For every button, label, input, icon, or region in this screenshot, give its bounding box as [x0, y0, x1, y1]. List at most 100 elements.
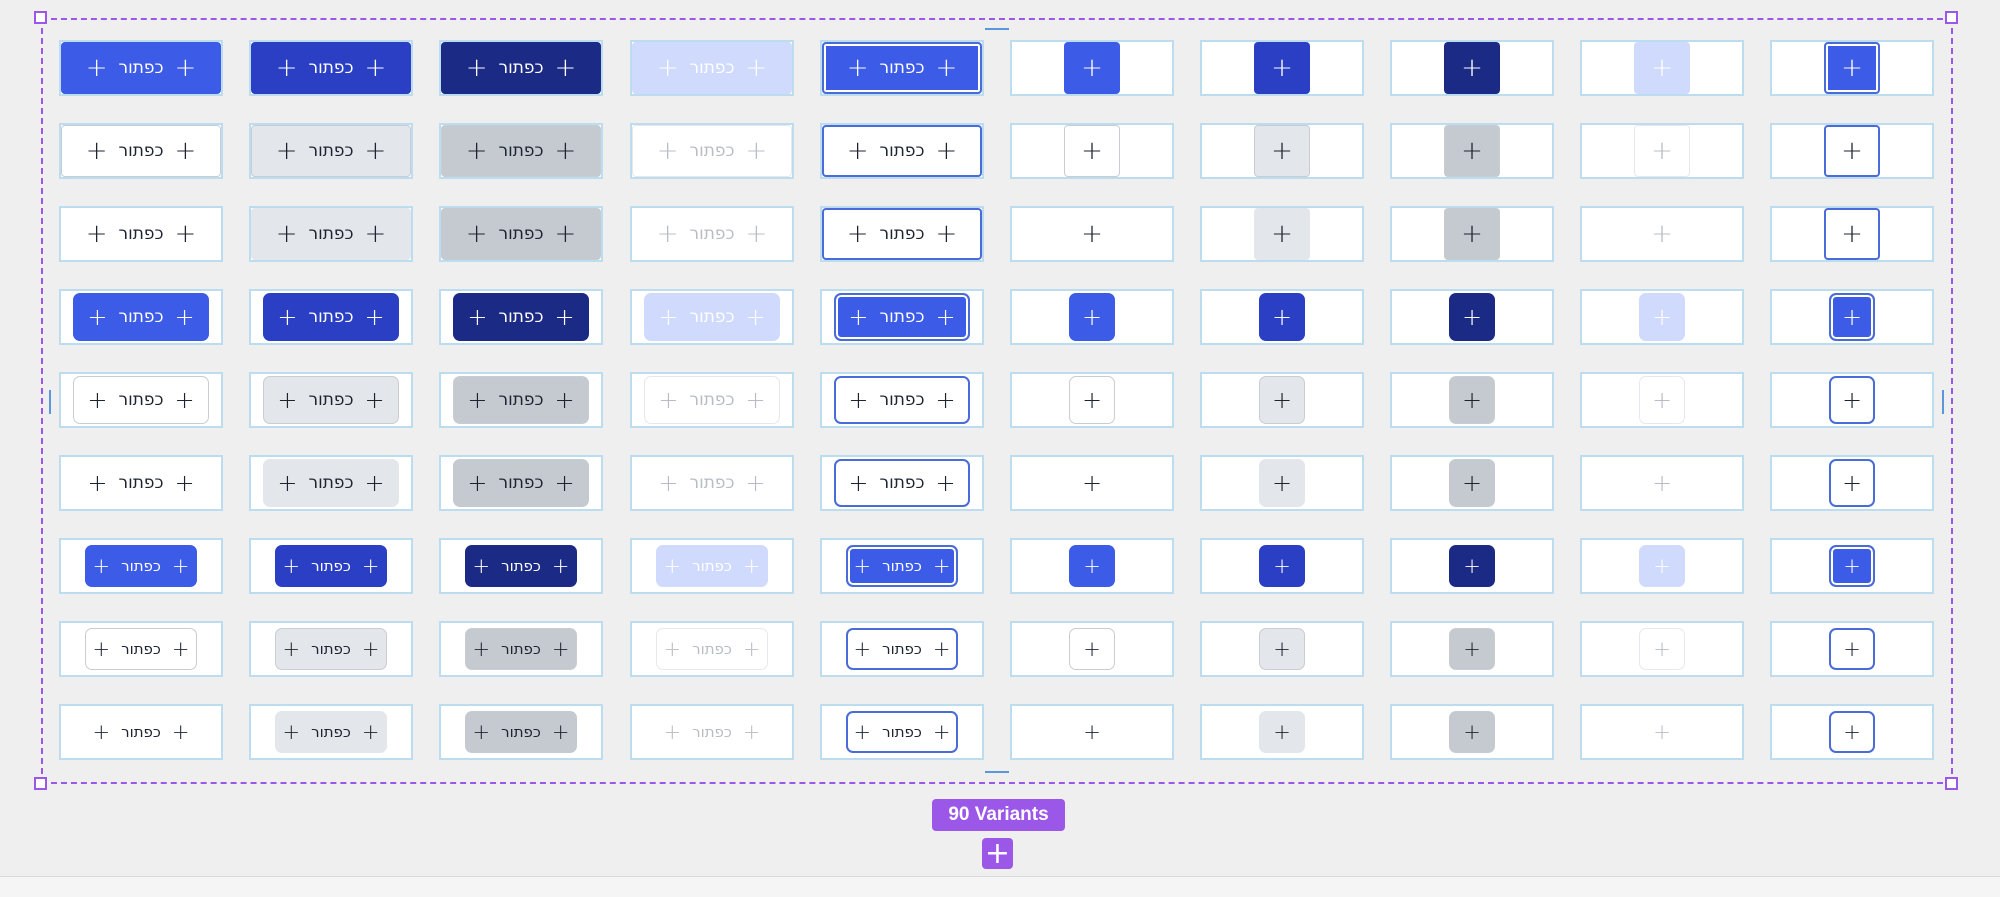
ghost-button-large-pressed[interactable]: + כפתור +: [441, 208, 601, 260]
primary-button-small-focus-icon-only[interactable]: +: [1829, 545, 1875, 587]
ghost-button-small-pressed[interactable]: + כפתור +: [465, 711, 577, 753]
variant-cell[interactable]: +: [1580, 538, 1744, 594]
variant-cell[interactable]: + כפתור +: [820, 538, 984, 594]
primary-button-medium-disabled-icon-only[interactable]: +: [1639, 293, 1685, 341]
primary-button-large-focus[interactable]: + כפתור +: [822, 42, 982, 94]
secondary-button-large-pressed[interactable]: + כפתור +: [441, 125, 601, 177]
resize-handle-bottom-right[interactable]: [1945, 777, 1958, 790]
variant-cell[interactable]: + כפתור +: [630, 455, 794, 511]
variant-cell[interactable]: +: [1390, 123, 1554, 179]
secondary-button-small-hover-icon-only[interactable]: +: [1259, 628, 1305, 670]
ghost-button-large-hover-icon-only[interactable]: +: [1254, 208, 1310, 260]
secondary-button-large-focus-icon-only[interactable]: +: [1824, 125, 1880, 177]
variant-cell[interactable]: + כפתור +: [249, 289, 413, 345]
secondary-button-small-default-icon-only[interactable]: +: [1069, 628, 1115, 670]
secondary-button-small-focus[interactable]: + כפתור +: [846, 628, 958, 670]
variant-cell[interactable]: +: [1580, 372, 1744, 428]
variant-cell[interactable]: +: [1390, 538, 1554, 594]
secondary-button-medium-disabled-icon-only[interactable]: +: [1639, 376, 1685, 424]
variant-cell[interactable]: +: [1010, 372, 1174, 428]
variant-cell[interactable]: + כפתור +: [439, 123, 603, 179]
variant-cell[interactable]: + כפתור +: [59, 538, 223, 594]
primary-button-large-hover-icon-only[interactable]: +: [1254, 42, 1310, 94]
primary-button-small-hover[interactable]: + כפתור +: [275, 545, 387, 587]
variant-cell[interactable]: +: [1580, 455, 1744, 511]
secondary-button-large-pressed-icon-only[interactable]: +: [1444, 125, 1500, 177]
variant-cell[interactable]: + כפתור +: [630, 538, 794, 594]
variant-cell[interactable]: + כפתור +: [820, 704, 984, 760]
variant-cell[interactable]: + כפתור +: [820, 621, 984, 677]
variant-cell[interactable]: +: [1580, 621, 1744, 677]
variant-cell[interactable]: +: [1200, 455, 1364, 511]
secondary-button-medium-focus-icon-only[interactable]: +: [1829, 376, 1875, 424]
ghost-button-medium-default[interactable]: + כפתור +: [73, 459, 209, 507]
ghost-button-small-pressed-icon-only[interactable]: +: [1449, 711, 1495, 753]
variant-cell[interactable]: +: [1200, 40, 1364, 96]
variant-cell[interactable]: +: [1200, 538, 1364, 594]
variant-cell[interactable]: + כפתור +: [630, 40, 794, 96]
variant-cell[interactable]: + כפתור +: [630, 704, 794, 760]
primary-button-medium-pressed-icon-only[interactable]: +: [1449, 293, 1495, 341]
variant-cell[interactable]: +: [1390, 704, 1554, 760]
variant-cell[interactable]: + כפתור +: [249, 123, 413, 179]
variant-cell[interactable]: +: [1200, 704, 1364, 760]
secondary-button-medium-default[interactable]: + כפתור +: [73, 376, 209, 424]
primary-button-medium-default[interactable]: + כפתור +: [73, 293, 209, 341]
ghost-button-large-disabled[interactable]: + כפתור +: [632, 208, 792, 260]
ghost-button-large-pressed-icon-only[interactable]: +: [1444, 208, 1500, 260]
ghost-button-medium-disabled-icon-only[interactable]: +: [1639, 459, 1685, 507]
variant-cell[interactable]: +: [1010, 455, 1174, 511]
variant-cell[interactable]: + כפתור +: [820, 289, 984, 345]
variant-cell[interactable]: + כפתור +: [249, 621, 413, 677]
variant-cell[interactable]: + כפתור +: [820, 206, 984, 262]
variant-cell[interactable]: + כפתור +: [439, 621, 603, 677]
variant-cell[interactable]: + כפתור +: [630, 123, 794, 179]
variant-cell[interactable]: +: [1010, 289, 1174, 345]
variant-cell[interactable]: +: [1770, 455, 1934, 511]
secondary-button-medium-default-icon-only[interactable]: +: [1069, 376, 1115, 424]
variant-cell[interactable]: + כפתור +: [439, 206, 603, 262]
ghost-button-medium-default-icon-only[interactable]: +: [1069, 459, 1115, 507]
ghost-button-large-default[interactable]: + כפתור +: [61, 208, 221, 260]
ghost-button-medium-hover-icon-only[interactable]: +: [1259, 459, 1305, 507]
variant-cell[interactable]: +: [1010, 206, 1174, 262]
ghost-button-small-hover[interactable]: + כפתור +: [275, 711, 387, 753]
variant-cell[interactable]: +: [1580, 40, 1744, 96]
variant-cell[interactable]: +: [1580, 123, 1744, 179]
variant-cell[interactable]: +: [1770, 621, 1934, 677]
primary-button-small-default-icon-only[interactable]: +: [1069, 545, 1115, 587]
primary-button-large-default-icon-only[interactable]: +: [1064, 42, 1120, 94]
primary-button-small-disabled-icon-only[interactable]: +: [1639, 545, 1685, 587]
variant-cell[interactable]: + כפתור +: [820, 455, 984, 511]
ghost-button-small-disabled-icon-only[interactable]: +: [1639, 711, 1685, 753]
primary-button-medium-default-icon-only[interactable]: +: [1069, 293, 1115, 341]
variant-cell[interactable]: +: [1010, 621, 1174, 677]
secondary-button-medium-pressed-icon-only[interactable]: +: [1449, 376, 1495, 424]
secondary-button-large-hover-icon-only[interactable]: +: [1254, 125, 1310, 177]
secondary-button-medium-hover[interactable]: + כפתור +: [263, 376, 399, 424]
primary-button-medium-hover-icon-only[interactable]: +: [1259, 293, 1305, 341]
variant-cell[interactable]: + כפתור +: [249, 206, 413, 262]
primary-button-large-disabled[interactable]: + כפתור +: [632, 42, 792, 94]
variants-count-badge[interactable]: 90 Variants: [932, 799, 1065, 831]
primary-button-small-pressed[interactable]: + כפתור +: [465, 545, 577, 587]
variant-cell[interactable]: +: [1200, 289, 1364, 345]
ghost-button-medium-focus[interactable]: + כפתור +: [834, 459, 970, 507]
variant-cell[interactable]: + כפתור +: [439, 455, 603, 511]
secondary-button-large-default[interactable]: + כפתור +: [61, 125, 221, 177]
variant-cell[interactable]: + כפתור +: [59, 704, 223, 760]
variant-cell[interactable]: +: [1200, 372, 1364, 428]
variant-cell[interactable]: + כפתור +: [439, 538, 603, 594]
variant-cell[interactable]: + כפתור +: [820, 40, 984, 96]
secondary-button-large-default-icon-only[interactable]: +: [1064, 125, 1120, 177]
ghost-button-medium-disabled[interactable]: + כפתור +: [644, 459, 780, 507]
variant-cell[interactable]: + כפתור +: [820, 372, 984, 428]
ghost-button-large-focus-icon-only[interactable]: +: [1824, 208, 1880, 260]
variant-cell[interactable]: + כפתור +: [59, 372, 223, 428]
primary-button-medium-disabled[interactable]: + כפתור +: [644, 293, 780, 341]
variant-cell[interactable]: +: [1010, 704, 1174, 760]
ghost-button-small-default-icon-only[interactable]: +: [1069, 711, 1115, 753]
variant-cell[interactable]: +: [1770, 40, 1934, 96]
variant-cell[interactable]: +: [1200, 123, 1364, 179]
primary-button-large-default[interactable]: + כפתור +: [61, 42, 221, 94]
